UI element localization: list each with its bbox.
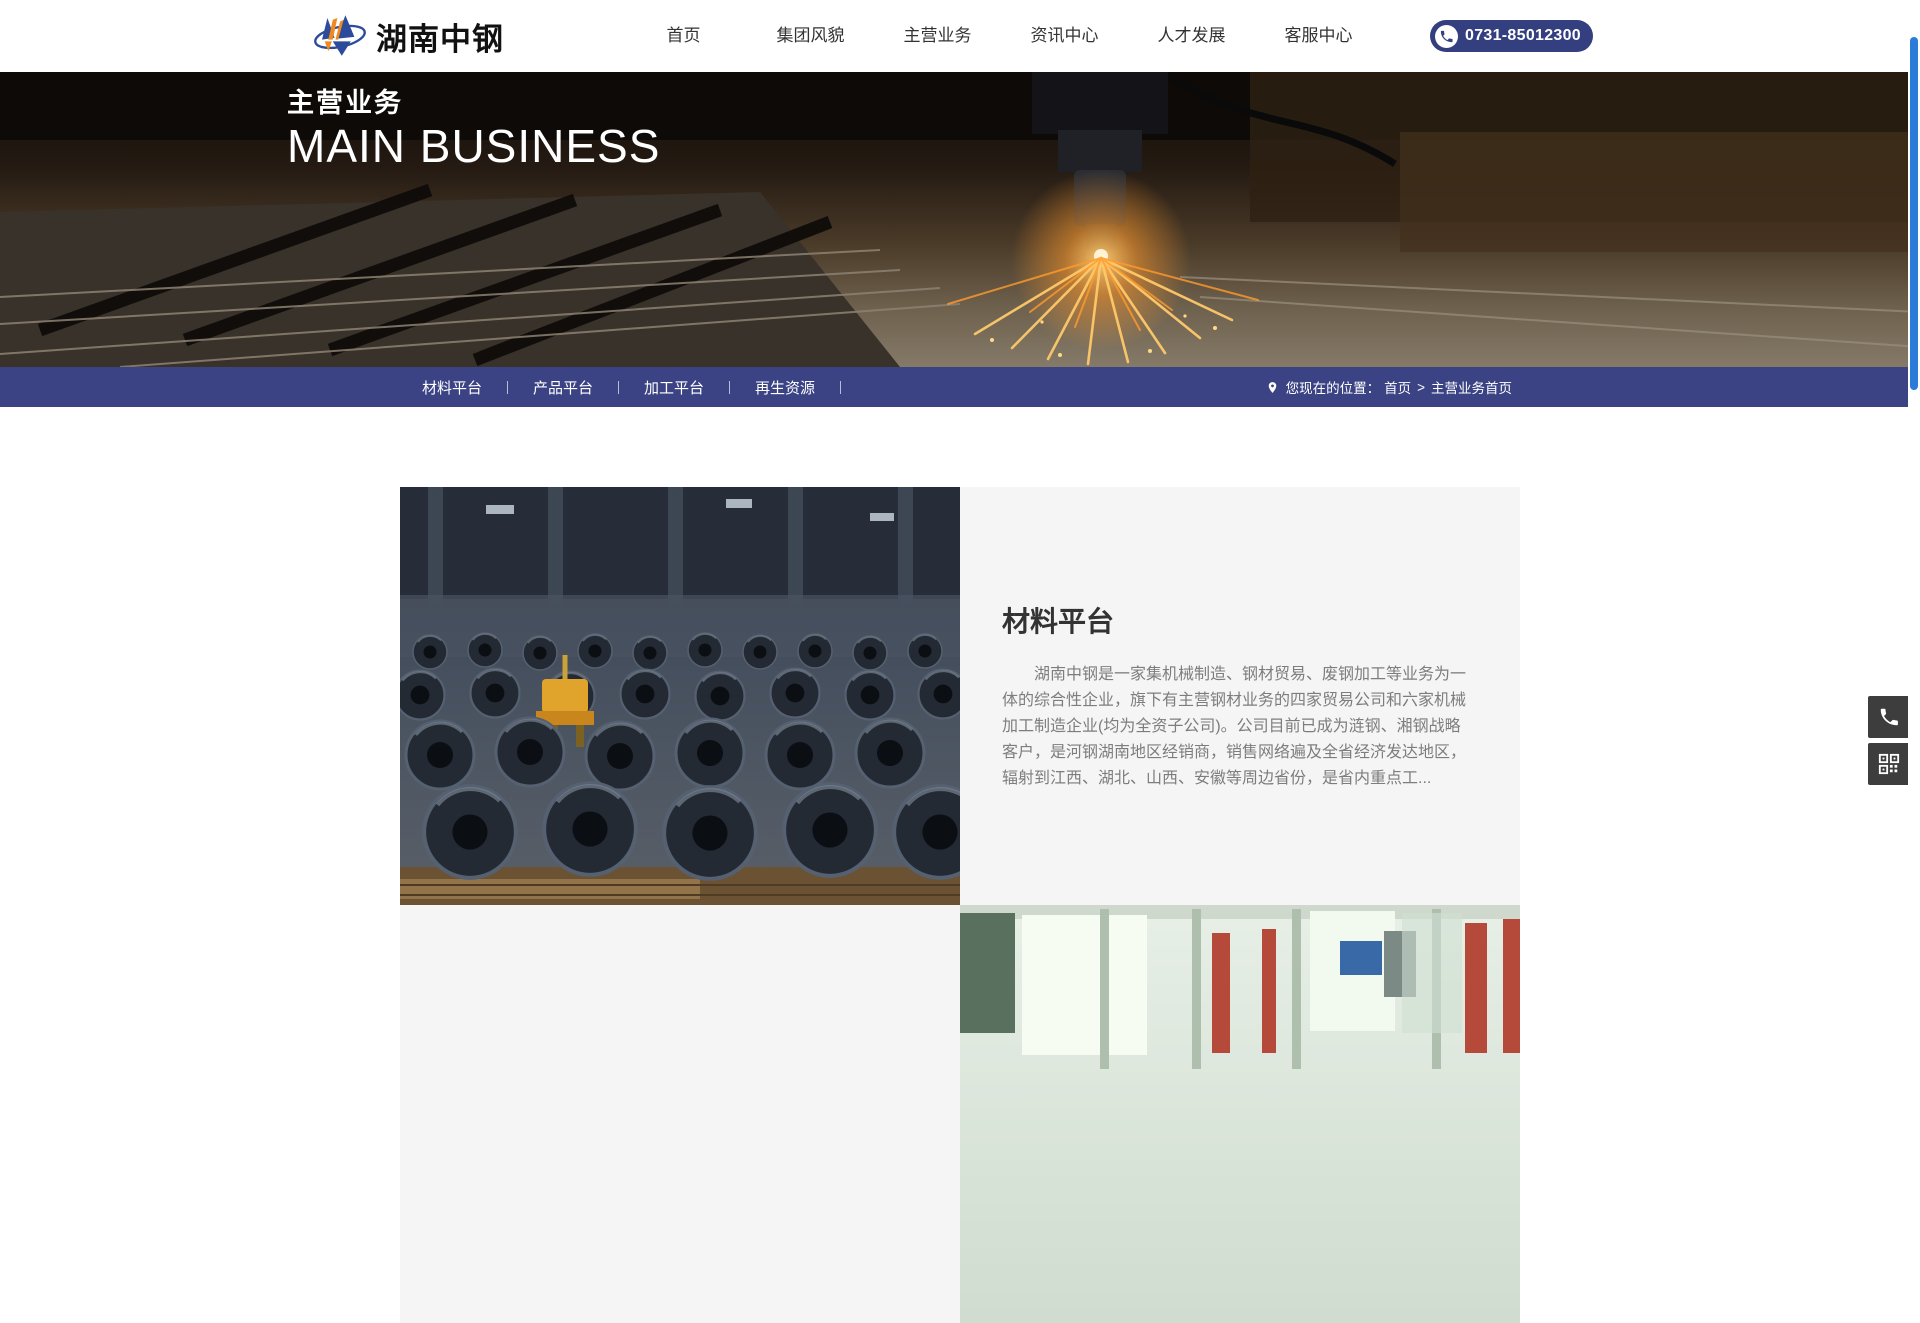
section-description: 湖南中钢是一家集机械制造、钢材贸易、废钢加工等业务为一体的综合性企业，旗下有主营… — [1002, 662, 1476, 792]
nav-item-group-profile[interactable]: 集团风貌 — [747, 0, 874, 72]
phone-icon — [1435, 25, 1458, 48]
hero-title-cn: 主营业务 — [287, 81, 660, 120]
subnav-item-product-platform[interactable]: 产品平台 — [508, 377, 618, 398]
nav-item-main-business[interactable]: 主营业务 — [874, 0, 1001, 72]
company-name: 湖南中钢 — [376, 14, 504, 59]
workshop-art — [960, 905, 1520, 1323]
phone-icon — [1878, 706, 1900, 728]
hero-banner: 主营业务 MAIN BUSINESS — [0, 72, 1920, 367]
floating-toolbar — [1868, 696, 1910, 790]
subnav-divider — [840, 381, 841, 394]
breadcrumb-separator: > — [1417, 380, 1425, 395]
section-material-platform: 材料平台 湖南中钢是一家集机械制造、钢材贸易、废钢加工等业务为一体的综合性企业，… — [400, 487, 1520, 905]
nav-item-talent[interactable]: 人才发展 — [1128, 0, 1255, 72]
next-section-panel — [400, 905, 960, 1323]
contact-phone-button[interactable] — [1868, 696, 1910, 738]
breadcrumb: 您现在的位置： 首页 > 主营业务首页 — [1266, 367, 1516, 407]
nav-item-news-center[interactable]: 资讯中心 — [1001, 0, 1128, 72]
hero-title-en: MAIN BUSINESS — [287, 122, 660, 170]
section-next — [400, 905, 1520, 1323]
location-pin-icon — [1266, 379, 1279, 396]
steel-coils-art — [400, 487, 960, 905]
section-subnav: 材料平台 产品平台 加工平台 再生资源 您现在的位置： 首页 > 主营业务首页 — [0, 367, 1920, 407]
subnav-item-processing-platform[interactable]: 加工平台 — [619, 377, 729, 398]
site-header: 湖南中钢 首页 集团风貌 主营业务 资讯中心 人才发展 客服中心 0731-85… — [0, 0, 1920, 72]
qr-code-icon — [1878, 753, 1900, 775]
subnav-item-recycled-resources[interactable]: 再生资源 — [730, 377, 840, 398]
hotline-button[interactable]: 0731-85012300 — [1430, 20, 1593, 52]
subnav-item-material-platform[interactable]: 材料平台 — [397, 377, 507, 398]
company-logo[interactable]: 湖南中钢 — [313, 10, 504, 62]
nav-item-service-center[interactable]: 客服中心 — [1255, 0, 1382, 72]
qr-code-button[interactable] — [1868, 743, 1910, 785]
breadcrumb-home-link[interactable]: 首页 — [1384, 377, 1411, 397]
company-logo-icon — [313, 10, 367, 62]
scrollbar-thumb[interactable] — [1910, 37, 1918, 390]
nav-item-home[interactable]: 首页 — [620, 0, 747, 72]
scrollbar-track — [1908, 0, 1920, 961]
hero-title-block: 主营业务 MAIN BUSINESS — [287, 81, 660, 170]
workshop-image — [960, 905, 1520, 1323]
section-title: 材料平台 — [1002, 600, 1476, 640]
main-navigation: 首页 集团风貌 主营业务 资讯中心 人才发展 客服中心 — [620, 0, 1382, 72]
main-content: 材料平台 湖南中钢是一家集机械制造、钢材贸易、废钢加工等业务为一体的综合性企业，… — [400, 487, 1520, 1323]
material-platform-panel: 材料平台 湖南中钢是一家集机械制造、钢材贸易、废钢加工等业务为一体的综合性企业，… — [960, 487, 1520, 905]
subnav-menu: 材料平台 产品平台 加工平台 再生资源 — [397, 367, 841, 407]
breadcrumb-current[interactable]: 主营业务首页 — [1431, 377, 1512, 397]
breadcrumb-label: 您现在的位置： — [1286, 377, 1381, 397]
hotline-number: 0731-85012300 — [1465, 27, 1581, 45]
steel-coils-image — [400, 487, 960, 905]
